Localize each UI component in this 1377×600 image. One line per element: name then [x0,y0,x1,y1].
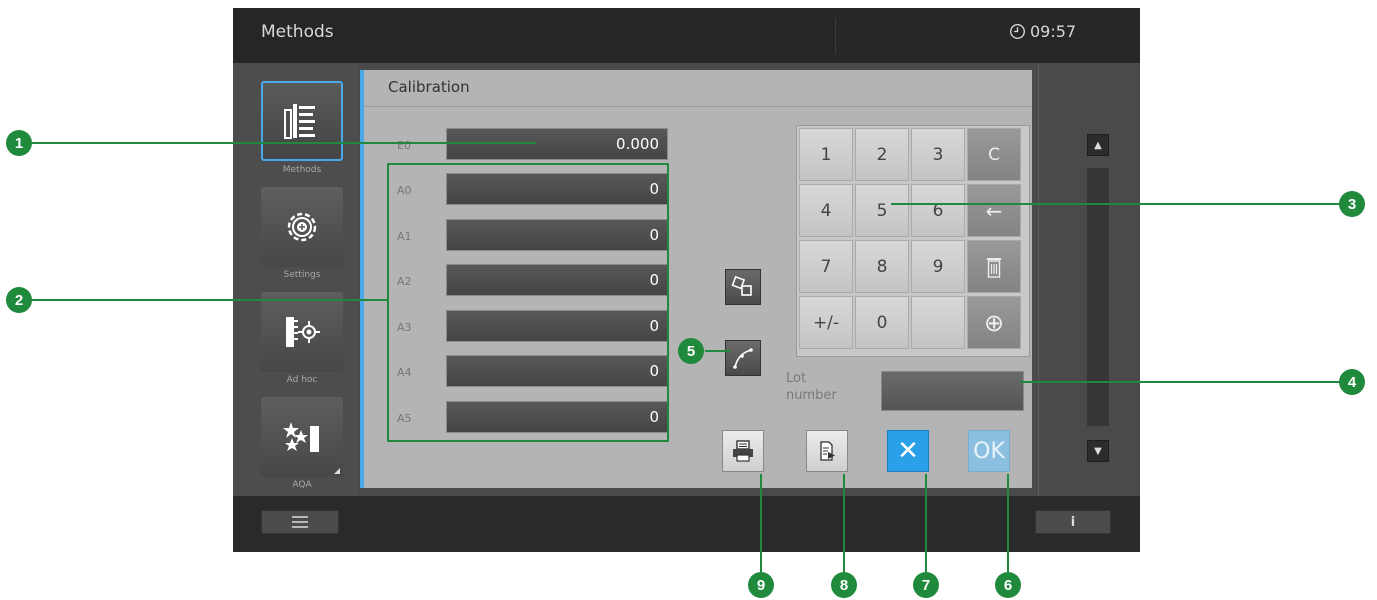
clock-time: 09:57 [1030,22,1077,41]
scrollbar[interactable]: ▲ ▼ [1083,128,1113,468]
field-label: A2 [397,275,412,288]
adhoc-measure-icon [286,317,320,347]
key-2[interactable]: 2 [855,128,909,181]
key-blank [911,296,965,349]
a3-field[interactable]: 0 [446,310,668,342]
key-4[interactable]: 4 [799,184,853,237]
field-label: A4 [397,366,412,379]
top-bar: Methods 09:57 [233,8,1140,63]
field-label: A3 [397,321,412,334]
callout-5: 5 [678,338,704,364]
methods-list-icon [284,104,315,139]
key-8[interactable]: 8 [855,240,909,293]
field-label: A1 [397,230,412,243]
stars-aqa-icon [283,422,319,452]
callout-3: 3 [1339,191,1365,217]
copy-coefficients-icon [731,275,752,296]
field-label: A5 [397,412,412,425]
e0-field[interactable]: 0.000 [446,128,668,160]
print-button[interactable] [722,430,764,472]
a2-field[interactable]: 0 [446,264,668,296]
calibration-curve-icon [733,348,753,369]
key-5[interactable]: 5 [855,184,909,237]
a0-field[interactable]: 0 [446,173,668,205]
scroll-track[interactable] [1087,168,1109,426]
sidebar-item-label: Settings [283,270,321,280]
trash-icon [987,257,1001,278]
numeric-keypad: 1 2 3 C 4 5 6 ← 7 8 9 +/- 0 ⊕ [796,125,1030,357]
calibration-panel: Calibration E0 0.000 A0 0 A1 0 A2 0 A3 0… [360,70,1032,488]
sidebar-item-label: Ad hoc [286,375,318,385]
scroll-up-button[interactable]: ▲ [1087,134,1109,156]
sidebar: Methods Settings Ad hoc AQA [233,63,358,496]
key-backspace[interactable]: ← [967,184,1021,237]
key-3[interactable]: 3 [911,128,965,181]
clock: 09:57 [1009,22,1076,41]
screen-title: Methods [261,22,334,42]
sidebar-item-label: AQA [292,480,312,490]
sidebar-item-aqa[interactable] [261,397,343,477]
calibration-curve-button[interactable] [725,340,761,376]
sidebar-item-methods[interactable] [261,81,343,161]
copy-coefficients-button[interactable] [725,269,761,305]
callout-7: 7 [913,572,939,598]
key-0[interactable]: 0 [855,296,909,349]
key-7[interactable]: 7 [799,240,853,293]
sidebar-item-adhoc[interactable] [261,292,343,372]
lot-number-field[interactable] [881,371,1024,411]
sidebar-item-label: Methods [282,165,322,175]
callout-2: 2 [6,287,32,313]
key-clear[interactable]: C [967,128,1021,181]
lot-number-label: Lot number [786,371,837,403]
ok-button[interactable]: OK [968,430,1010,472]
a4-field[interactable]: 0 [446,355,668,387]
info-button[interactable]: i [1035,510,1111,534]
callout-9: 9 [748,572,774,598]
field-label: A0 [397,184,412,197]
callout-8: 8 [831,572,857,598]
panel-title: Calibration [388,78,470,96]
device-screen: Methods 09:57 Methods Settings Ad hoc AQ… [233,8,1140,552]
hamburger-menu-icon [292,516,308,528]
key-add[interactable]: ⊕ [967,296,1021,349]
key-plus-minus[interactable]: +/- [799,296,853,349]
field-label: E0 [397,139,411,152]
scroll-down-button[interactable]: ▼ [1087,440,1109,462]
export-button[interactable] [806,430,848,472]
callout-4: 4 [1339,369,1365,395]
panel-right-divider [1038,63,1039,496]
printer-icon [733,440,753,462]
key-9[interactable]: 9 [911,240,965,293]
a1-field[interactable]: 0 [446,219,668,251]
corner-indicator [334,468,340,474]
clock-icon [1010,24,1025,39]
export-document-icon [820,441,835,461]
callout-6: 6 [995,572,1021,598]
cancel-button[interactable]: ✕ [887,430,929,472]
bottom-bar: i [233,496,1140,552]
panel-divider [364,106,1032,107]
top-bar-divider [835,18,836,54]
key-6[interactable]: 6 [911,184,965,237]
a5-field[interactable]: 0 [446,401,668,433]
sidebar-item-settings[interactable] [261,187,343,267]
gear-icon [287,212,317,242]
key-1[interactable]: 1 [799,128,853,181]
key-delete[interactable] [967,240,1021,293]
callout-1: 1 [6,130,32,156]
menu-button[interactable] [261,510,339,534]
